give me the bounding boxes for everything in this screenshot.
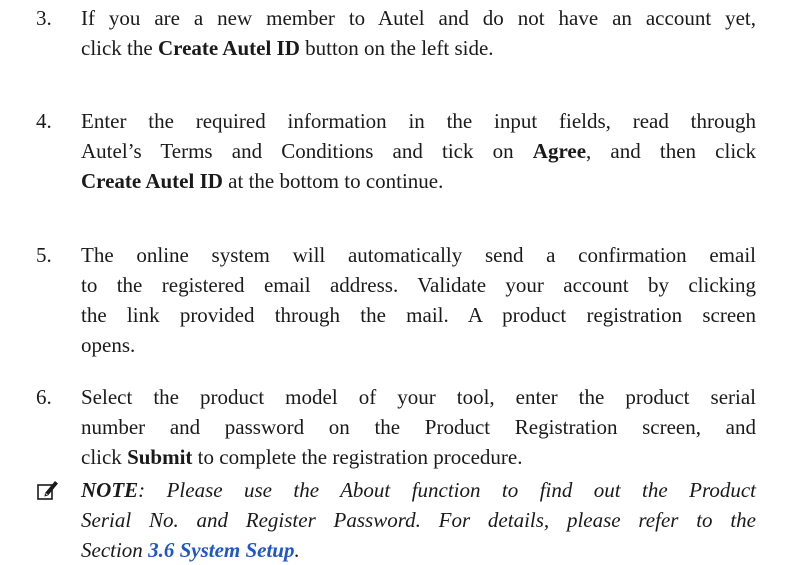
text-line: Enter the required information in the in… — [81, 109, 756, 133]
text-line: Section 3.6 System Setup. — [81, 535, 756, 565]
step-text: Select the product model of your tool, e… — [81, 382, 756, 472]
text-line: The online system will automatically sen… — [81, 243, 756, 267]
step-number: 6. — [36, 385, 52, 409]
text-run: at the bottom to continue. — [222, 169, 444, 193]
note-label: NOTE — [81, 478, 139, 502]
text-line: NOTE: Please use the About function to f… — [81, 475, 756, 505]
step-number: 4. — [36, 109, 52, 133]
step-text: If you are a new member to Autel and do … — [81, 3, 756, 63]
pencil-note-icon — [37, 479, 59, 501]
text-run: Section — [81, 538, 149, 562]
create-autel-id-term: Create Autel ID — [81, 169, 223, 193]
manual-page: 3. If you are a new member to Autel and … — [0, 0, 794, 562]
text-line: Serial No. and Register Password. For de… — [81, 508, 756, 532]
agree-term: Agree — [532, 139, 587, 163]
text-run: to complete the registration procedure. — [192, 445, 523, 469]
text-line: number and password on the Product Regis… — [81, 415, 756, 439]
step-text: Enter the required information in the in… — [81, 106, 756, 196]
text-line: Create Autel ID at the bottom to continu… — [81, 166, 756, 196]
text-run: Autel’s Terms and Conditions and tick on — [81, 139, 533, 163]
note-text: NOTE: Please use the About function to f… — [81, 475, 756, 565]
submit-term: Submit — [127, 445, 193, 469]
text-run: : Please use the About function to find … — [138, 478, 756, 502]
create-autel-id-term: Create Autel ID — [157, 36, 300, 60]
text-line: Autel’s Terms and Conditions and tick on… — [81, 136, 756, 166]
step-text: The online system will automatically sen… — [81, 240, 756, 360]
system-setup-link[interactable]: 3.6 System Setup — [148, 538, 294, 562]
step-number: 3. — [36, 6, 52, 30]
text-run: button on the left side. — [299, 36, 494, 60]
text-line: If you are a new member to Autel and do … — [81, 6, 756, 30]
step-number: 5. — [36, 243, 52, 267]
text-line: click the Create Autel ID button on the … — [81, 33, 756, 63]
text-run: click the — [81, 36, 158, 60]
text-line: opens. — [81, 333, 136, 357]
text-line: to the registered email address. Validat… — [81, 273, 756, 297]
text-run: . — [294, 538, 300, 562]
text-run: , and then click — [586, 139, 756, 163]
text-line: Select the product model of your tool, e… — [81, 385, 756, 409]
text-line: click Submit to complete the registratio… — [81, 442, 756, 472]
text-line: the link provided through the mail. A pr… — [81, 303, 756, 327]
text-run: click — [81, 445, 128, 469]
